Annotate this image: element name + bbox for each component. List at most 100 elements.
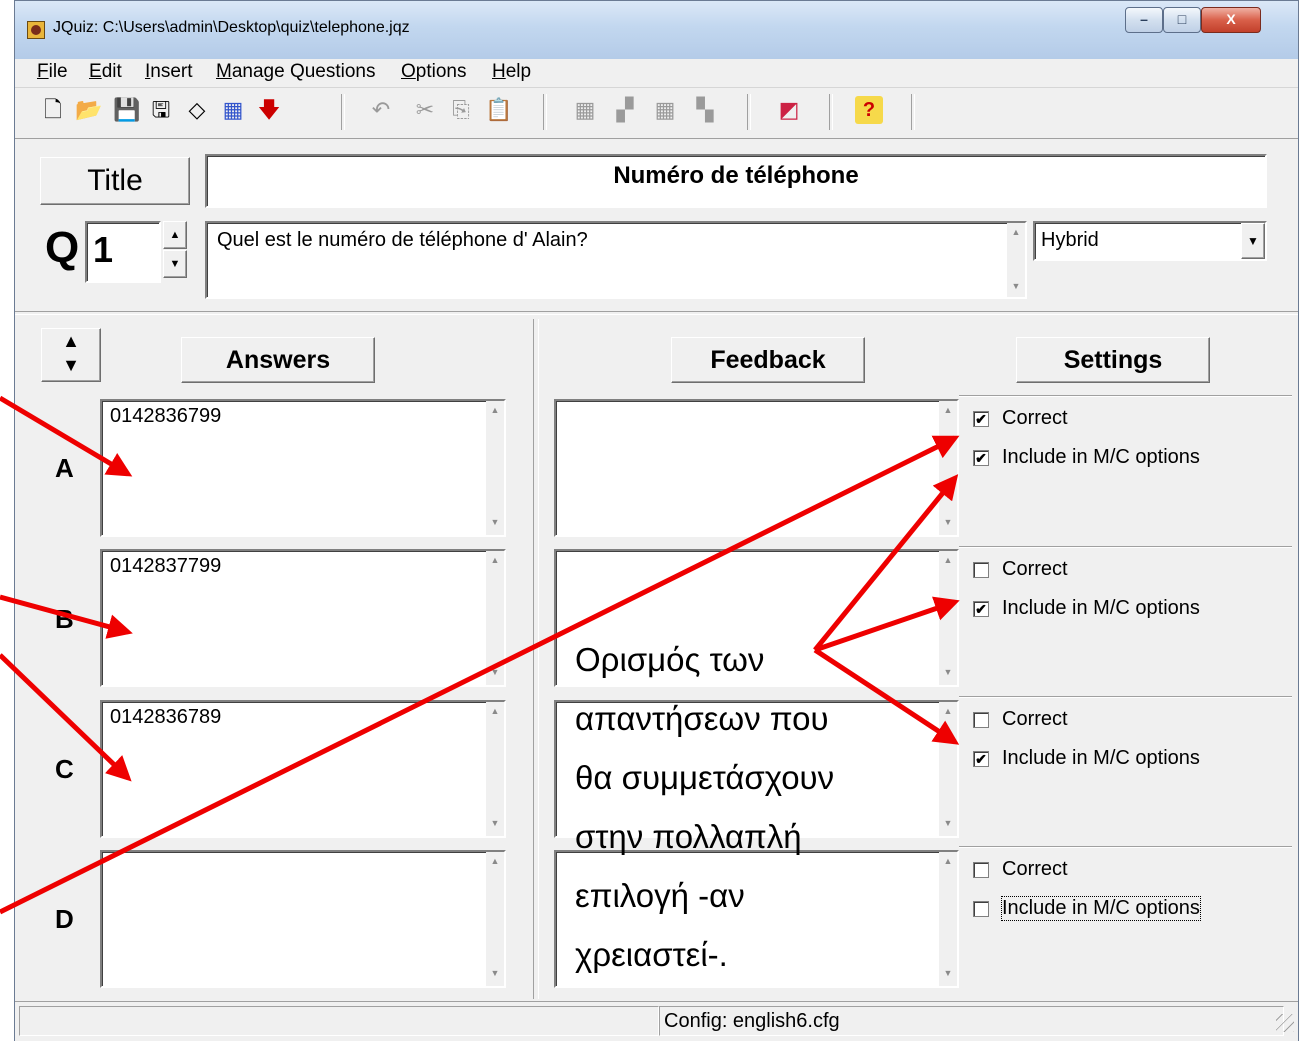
undo-icon[interactable]: ↶: [367, 96, 395, 124]
answers-header-button[interactable]: Answers: [181, 337, 375, 383]
menu-help[interactable]: Help: [492, 61, 531, 83]
question-text-field[interactable]: Quel est le numéro de téléphone d' Alain…: [205, 221, 1027, 299]
title-bar[interactable]: JQuiz: C:\Users\admin\Desktop\quiz\telep…: [15, 1, 1298, 59]
settings-header-button[interactable]: Settings: [1016, 337, 1210, 383]
menu-manage-questions[interactable]: Manage Questions: [216, 61, 376, 83]
jquiz-app-icon[interactable]: [27, 21, 45, 39]
scroll-up-icon[interactable]: ▲: [486, 852, 504, 870]
toolbar-separator: [341, 94, 345, 130]
menu-options[interactable]: Options: [401, 61, 466, 83]
window-title: JQuiz: C:\Users\admin\Desktop\quiz\telep…: [53, 19, 410, 36]
correct-checkbox-d[interactable]: [973, 862, 989, 878]
scroll-up-icon[interactable]: ▲: [486, 551, 504, 569]
settings-group-a: ✔ Correct ✔ Include in M/C options: [959, 395, 1292, 546]
scroll-down-icon[interactable]: ▼: [486, 964, 504, 982]
settings-group-c: Correct ✔ Include in M/C options: [959, 696, 1292, 847]
scroll-down-icon[interactable]: ▼: [939, 964, 957, 982]
include-mc-checkbox-c[interactable]: ✔: [973, 751, 989, 767]
include-mc-checkbox-d[interactable]: [973, 901, 989, 917]
spinner-down-button[interactable]: ▼: [163, 250, 187, 278]
scroll-down-icon[interactable]: ▼: [939, 663, 957, 681]
cut-icon[interactable]: ✂: [411, 96, 439, 124]
new-file-icon[interactable]: 🗋: [39, 96, 67, 124]
wizard-icon-4[interactable]: ▚: [691, 96, 719, 124]
paste-icon[interactable]: 📋: [485, 96, 513, 124]
scroll-down-icon[interactable]: ▼: [486, 663, 504, 681]
wizard-icon-2[interactable]: ▞: [611, 96, 639, 124]
answer-field-c[interactable]: 0142836789 ▲ ▼: [100, 700, 506, 838]
answer-letter-c: C: [55, 754, 74, 784]
correct-checkbox-c[interactable]: [973, 712, 989, 728]
title-label-button[interactable]: Title: [40, 157, 190, 205]
chevron-down-icon[interactable]: ▼: [1241, 223, 1265, 259]
answer-text: 0142836799: [110, 405, 222, 427]
correct-checkbox-b[interactable]: [973, 562, 989, 578]
help-icon[interactable]: ?: [855, 96, 883, 124]
question-type-select[interactable]: Hybrid ▼: [1033, 221, 1267, 261]
menu-file[interactable]: File: [37, 61, 68, 83]
question-scrollbar[interactable]: ▲ ▼: [1007, 223, 1025, 297]
answer-field-b[interactable]: 0142837799 ▲ ▼: [100, 549, 506, 687]
save-as-icon[interactable]: 🖫: [147, 96, 175, 124]
answer-field-d[interactable]: ▲ ▼: [100, 850, 506, 988]
maximize-button[interactable]: □: [1163, 7, 1201, 33]
desktop-background: [0, 0, 14, 1041]
include-mc-label: Include in M/C options: [1002, 597, 1200, 619]
arrow-down-icon: ▼: [62, 355, 80, 375]
scroll-up-icon[interactable]: ▲: [939, 852, 957, 870]
copy-icon[interactable]: ⎘: [447, 96, 475, 124]
include-mc-checkbox-a[interactable]: ✔: [973, 450, 989, 466]
menu-edit[interactable]: Edit: [89, 61, 122, 83]
question-number-field[interactable]: 1: [85, 221, 161, 283]
feedback-scrollbar[interactable]: ▲ ▼: [939, 852, 957, 986]
arrow-down-icon[interactable]: 🡇: [255, 96, 283, 124]
include-mc-checkbox-b[interactable]: ✔: [973, 601, 989, 617]
scroll-down-icon[interactable]: ▼: [486, 814, 504, 832]
export-web-icon[interactable]: ▦: [219, 96, 247, 124]
save-icon[interactable]: 💾: [113, 96, 141, 124]
feedback-field-a[interactable]: ▲ ▼: [554, 399, 959, 537]
feedback-scrollbar[interactable]: ▲ ▼: [939, 702, 957, 836]
answer-field-a[interactable]: 0142836799 ▲ ▼: [100, 399, 506, 537]
answer-scrollbar[interactable]: ▲ ▼: [486, 401, 504, 535]
include-mc-label: Include in M/C options: [1002, 747, 1200, 769]
toolbar-separator: [543, 94, 547, 130]
pane-splitter[interactable]: [533, 319, 539, 999]
scroll-down-icon[interactable]: ▼: [1007, 277, 1025, 295]
menu-bar: File Edit Insert Manage Questions Option…: [15, 59, 1298, 85]
scroll-up-icon[interactable]: ▲: [1007, 223, 1025, 241]
correct-checkbox-a[interactable]: ✔: [973, 411, 989, 427]
answer-scrollbar[interactable]: ▲ ▼: [486, 702, 504, 836]
open-file-icon[interactable]: 📂: [75, 96, 103, 124]
settings-group-b: Correct ✔ Include in M/C options: [959, 546, 1292, 697]
answer-letter-b: B: [55, 604, 74, 634]
correct-label: Correct: [1002, 558, 1068, 580]
answer-scrollbar[interactable]: ▲ ▼: [486, 551, 504, 685]
eraser-icon[interactable]: ◇: [183, 96, 211, 124]
answer-scrollbar[interactable]: ▲ ▼: [486, 852, 504, 986]
status-config: Config: english6.cfg: [659, 1006, 1284, 1036]
minimize-button[interactable]: –: [1125, 7, 1163, 33]
scroll-up-icon[interactable]: ▲: [939, 702, 957, 720]
resize-grip-icon[interactable]: [1276, 1014, 1294, 1032]
feedback-scrollbar[interactable]: ▲ ▼: [939, 551, 957, 685]
scroll-up-icon[interactable]: ▲: [486, 702, 504, 720]
annotation-line: στην πολλαπλή: [575, 818, 802, 855]
menu-insert[interactable]: Insert: [145, 61, 193, 83]
question-text: Quel est le numéro de téléphone d' Alain…: [217, 229, 588, 251]
scroll-down-icon[interactable]: ▼: [486, 513, 504, 531]
config-icon[interactable]: ◩: [775, 96, 803, 124]
feedback-scrollbar[interactable]: ▲ ▼: [939, 401, 957, 535]
close-button[interactable]: X: [1201, 7, 1261, 33]
feedback-header-button[interactable]: Feedback: [671, 337, 865, 383]
scroll-down-icon[interactable]: ▼: [939, 513, 957, 531]
wizard-icon-3[interactable]: ▦: [651, 96, 679, 124]
scroll-down-icon[interactable]: ▼: [939, 814, 957, 832]
wizard-icon-1[interactable]: ▦: [571, 96, 599, 124]
spinner-up-button[interactable]: ▲: [163, 221, 187, 249]
scroll-up-icon[interactable]: ▲: [939, 401, 957, 419]
reorder-answers-button[interactable]: ▲ ▼: [41, 328, 101, 382]
scroll-up-icon[interactable]: ▲: [486, 401, 504, 419]
scroll-up-icon[interactable]: ▲: [939, 551, 957, 569]
title-field[interactable]: Numéro de téléphone: [205, 154, 1267, 208]
